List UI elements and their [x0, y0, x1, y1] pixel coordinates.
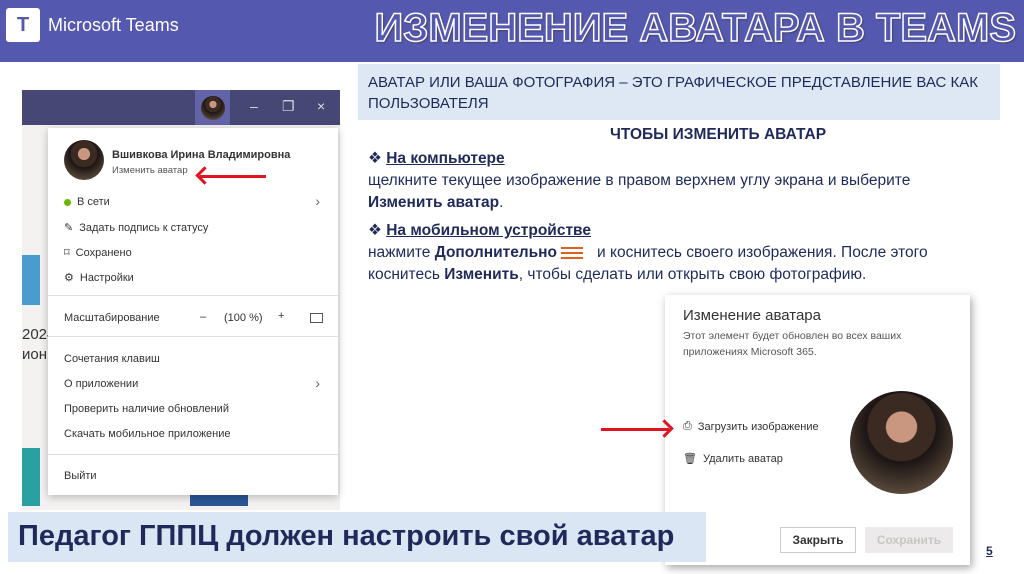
- upload-image-button[interactable]: ⎙ Загрузить изображение: [683, 420, 819, 433]
- check-updates-item[interactable]: Проверить наличие обновлений: [64, 403, 229, 415]
- bottom-banner: Педагог ГППЦ должен настроить свой авата…: [8, 512, 706, 562]
- remove-avatar-button[interactable]: 🗑 Удалить аватар: [683, 452, 783, 466]
- chevron-right-icon: ›: [315, 193, 320, 209]
- trash-icon: 🗑: [683, 453, 697, 465]
- restore-button[interactable]: ❐: [282, 98, 295, 115]
- dialog-title: Изменение аватара: [683, 307, 821, 324]
- desktop-title: На компьютере: [386, 150, 505, 167]
- instructions-heading: ЧТОБЫ ИЗМЕНИТЬ АВАТАР: [609, 126, 827, 143]
- user-name: Вшивкова Ирина Владимировна: [112, 149, 291, 161]
- profile-avatar-button[interactable]: [195, 90, 230, 125]
- desktop-text: щелкните текущее изображение в правом ве…: [368, 172, 911, 211]
- profile-menu: Вшивкова Ирина Владимировна Изменить ава…: [48, 128, 338, 495]
- red-arrow-left: [200, 175, 266, 178]
- teams-icon: T: [6, 8, 40, 42]
- slide-title: ИЗМЕНЕНИЕ АВАТАРА В TEAMS: [374, 5, 1017, 51]
- profile-avatar[interactable]: [64, 140, 104, 180]
- save-button[interactable]: Сохранить: [865, 527, 953, 553]
- bullet-icon: ❖: [368, 150, 387, 167]
- dialog-description: Этот элемент будет обновлен во всех ваши…: [683, 330, 902, 358]
- change-avatar-dialog: Изменение аватара Этот элемент будет обн…: [665, 295, 970, 565]
- title-bar: – ❐ ×: [22, 90, 340, 125]
- saved-item[interactable]: ⌑ Сохранено: [64, 246, 132, 260]
- settings-item[interactable]: ⚙ Настройки: [64, 271, 134, 285]
- online-status-icon: [64, 198, 71, 206]
- background-tile: [22, 448, 40, 506]
- chevron-right-icon: ›: [315, 375, 320, 391]
- zoom-label: Масштабирование: [64, 312, 160, 324]
- upload-file-icon: ⎙: [683, 420, 692, 432]
- divider: [48, 336, 338, 337]
- minimize-button[interactable]: –: [250, 98, 258, 114]
- mobile-title: На мобильном устройстве: [386, 222, 591, 239]
- zoom-value: (100 %): [224, 312, 263, 324]
- zoom-in-button[interactable]: +: [278, 310, 284, 322]
- status-item[interactable]: В сети: [64, 196, 110, 208]
- gear-icon: ⚙: [64, 272, 74, 284]
- close-button[interactable]: ×: [317, 98, 325, 114]
- bullet-icon: ❖: [368, 222, 387, 239]
- app-name: Microsoft Teams: [48, 14, 179, 35]
- info-box: АВАТАР ИЛИ ВАША ФОТОГРАФИЯ – ЭТО ГРАФИЧЕ…: [358, 64, 1000, 120]
- teams-logo: T Microsoft Teams: [6, 8, 179, 42]
- divider: [48, 295, 338, 296]
- sign-out-item[interactable]: Выйти: [64, 470, 97, 482]
- mobile-text: нажмите Дополнительно и коснитесь своего …: [368, 244, 928, 283]
- red-arrow-right: [601, 428, 669, 431]
- hamburger-menu-icon: [561, 246, 584, 259]
- status-message-item[interactable]: ✎ Задать подпись к статусу: [64, 221, 208, 235]
- page-number: 5: [986, 544, 993, 558]
- bookmark-icon: ⌑: [64, 247, 70, 259]
- download-mobile-item[interactable]: Скачать мобильное приложение: [64, 428, 231, 440]
- about-item[interactable]: О приложении: [64, 378, 138, 390]
- close-dialog-button[interactable]: Закрыть: [780, 527, 856, 553]
- edit-icon: ✎: [64, 222, 74, 234]
- zoom-out-button[interactable]: –: [200, 311, 206, 323]
- change-avatar-link[interactable]: Изменить аватар: [112, 165, 188, 176]
- header-bar: T Microsoft Teams ИЗМЕНЕНИЕ АВАТАРА В TE…: [0, 0, 1024, 62]
- fullscreen-icon[interactable]: [310, 313, 323, 323]
- divider: [48, 454, 338, 455]
- background-tile: [22, 255, 40, 305]
- avatar-preview: [850, 391, 953, 494]
- instructions: ЧТОБЫ ИЗМЕНИТЬ АВАТАР ❖ На компьютере ще…: [368, 124, 968, 286]
- keyboard-shortcuts-item[interactable]: Сочетания клавиш: [64, 353, 160, 365]
- avatar: [200, 95, 225, 120]
